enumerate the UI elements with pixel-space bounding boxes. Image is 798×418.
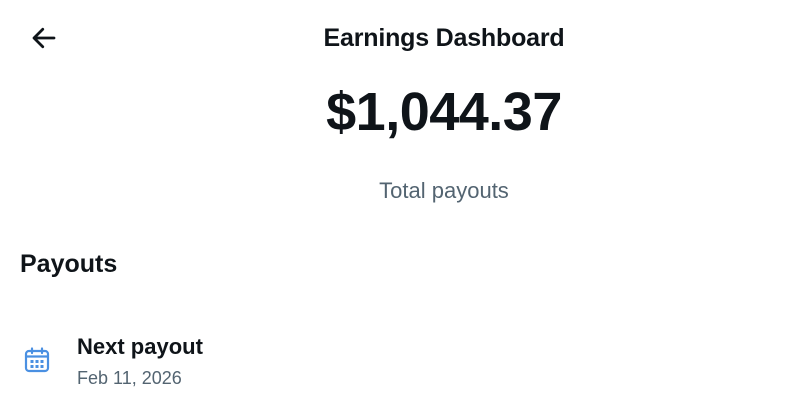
total-payouts-amount: $1,044.37 [326, 82, 562, 142]
next-payout-title: Next payout [77, 334, 203, 359]
next-payout-row[interactable]: Next payout Feb 11, 2026 [0, 328, 798, 396]
calendar-icon [24, 347, 50, 373]
payouts-section-heading: Payouts [20, 250, 118, 278]
next-payout-date: Feb 11, 2026 [77, 368, 182, 388]
total-payouts-label: Total payouts [379, 178, 509, 203]
earnings-dashboard-page: Earnings Dashboard $1,044.37 Total payou… [0, 0, 798, 418]
page-title: Earnings Dashboard [323, 24, 565, 52]
